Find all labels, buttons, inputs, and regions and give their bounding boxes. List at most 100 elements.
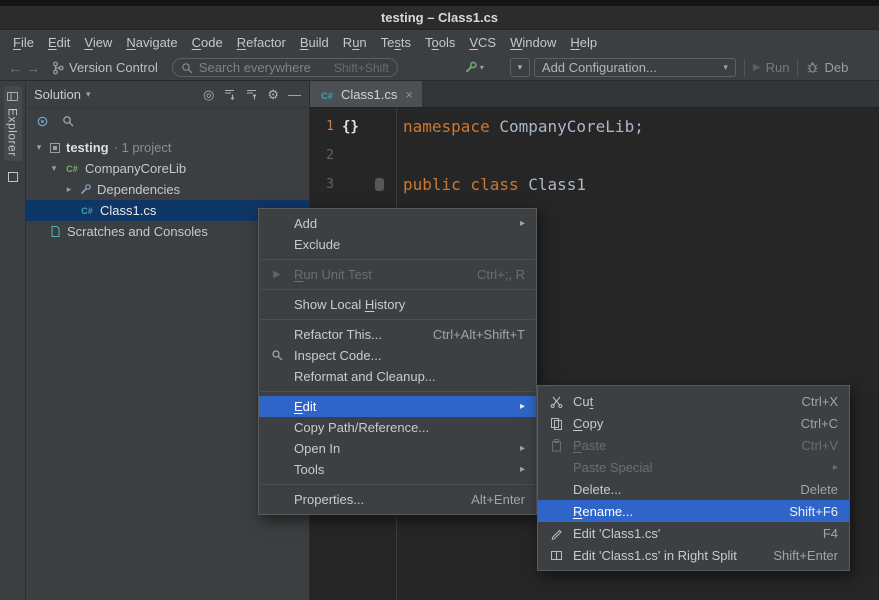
menu-separator [260, 319, 535, 320]
menu-item-copy-path-reference[interactable]: Copy Path/Reference... [259, 417, 536, 438]
menu-item-label: Exclude [294, 237, 340, 252]
menu-item-shortcut: Ctrl+Alt+Shift+T [409, 327, 525, 342]
chevron-down-icon: ▾ [86, 89, 91, 100]
submenu-arrow-icon: ▸ [496, 443, 525, 454]
tree-item-dependencies[interactable]: ▸Dependencies [26, 179, 309, 200]
menu-file[interactable]: File [6, 32, 41, 53]
tree-item-label: Class1.cs [100, 203, 156, 218]
menu-item-rename[interactable]: Rename...Shift+F6 [538, 500, 849, 522]
chevron-down-icon: ▾ [518, 62, 523, 73]
menu-item-paste: PasteCtrl+V [538, 434, 849, 456]
menu-item-label: Paste [573, 438, 606, 453]
menu-item-tools[interactable]: Tools▸ [259, 459, 536, 480]
chevron-down-icon[interactable]: ▾ [34, 142, 44, 153]
menu-code[interactable]: Code [185, 32, 230, 53]
solution-view-label: Solution [34, 87, 81, 102]
csproj-icon [64, 164, 80, 174]
search-icon[interactable] [62, 115, 75, 128]
menu-item-edit-class1-cs-in-right-split[interactable]: Edit 'Class1.cs' in Right SplitShift+Ent… [538, 544, 849, 566]
tab-class1-cs[interactable]: Class1.cs × [310, 81, 422, 107]
menu-item-delete[interactable]: Delete...Delete [538, 478, 849, 500]
submenu-arrow-icon: ▸ [496, 218, 525, 229]
menu-item-label: Copy [573, 416, 603, 431]
menu-item-edit[interactable]: Edit▸ [259, 396, 536, 417]
close-icon[interactable]: × [405, 87, 413, 102]
chevron-down-icon[interactable]: ▾ [49, 163, 59, 174]
menu-run[interactable]: Run [336, 32, 374, 53]
menu-item-label: Add [294, 216, 317, 231]
code-line[interactable]: 2 [310, 141, 879, 170]
code-line[interactable]: 1{}namespace CompanyCoreLib; [310, 112, 879, 141]
menu-item-inspect-code[interactable]: Inspect Code... [259, 345, 536, 366]
version-control-widget[interactable]: Version Control [52, 60, 158, 75]
menu-item-label: Show Local History [294, 297, 405, 312]
collapse-all-icon[interactable] [223, 88, 236, 101]
window-title: testing – Class1.cs [381, 10, 498, 25]
menu-help[interactable]: Help [563, 32, 604, 53]
menu-item-edit-class1-cs[interactable]: Edit 'Class1.cs'F4 [538, 522, 849, 544]
menu-item-refactor-this[interactable]: Refactor This... Ctrl+Alt+Shift+T [259, 324, 536, 345]
wrench-icon [79, 183, 92, 196]
search-everywhere-box[interactable]: Search everywhere Shift+Shift [172, 58, 398, 77]
menu-item-label: Refactor This... [294, 327, 382, 342]
menu-item-label: Paste Special [573, 460, 653, 475]
select-opened-file-icon[interactable]: ◎ [203, 88, 214, 101]
menu-item-copy[interactable]: CopyCtrl+C [538, 412, 849, 434]
code-line[interactable]: 3public class Class1 [310, 170, 879, 199]
version-control-label: Version Control [69, 60, 158, 75]
tab-label: Class1.cs [341, 87, 397, 102]
menu-item-shortcut: Ctrl+X [778, 394, 838, 409]
menu-tools[interactable]: Tools [418, 32, 462, 53]
menu-item-open-in[interactable]: Open In ▸ [259, 438, 536, 459]
menu-view[interactable]: View [77, 32, 119, 53]
cut-icon [550, 395, 563, 408]
run-widget-chevron-button[interactable]: ▾ [510, 58, 530, 77]
menu-item-label: Reformat and Cleanup... [294, 369, 436, 384]
tree-item-testing[interactable]: ▾testing· 1 project [26, 137, 309, 158]
solution-view-selector[interactable]: Solution ▾ [34, 87, 91, 102]
back-arrow-icon[interactable]: ← [6, 60, 24, 76]
search-icon [181, 62, 193, 74]
menu-edit[interactable]: Edit [41, 32, 77, 53]
explorer-tool-button[interactable]: Explorer [4, 86, 22, 161]
menu-item-label: Open In [294, 441, 340, 456]
menu-item-label: Delete... [573, 482, 621, 497]
menu-refactor[interactable]: Refactor [230, 32, 293, 53]
menu-build[interactable]: Build [293, 32, 336, 53]
menu-item-reformat-and-cleanup[interactable]: Reformat and Cleanup... [259, 366, 536, 387]
menu-item-properties[interactable]: Properties...Alt+Enter [259, 489, 536, 510]
menu-item-show-local-history[interactable]: Show Local History [259, 294, 536, 315]
menu-item-exclude[interactable]: Exclude [259, 234, 536, 255]
split-icon [550, 549, 563, 562]
build-tool-button[interactable]: ▾ [464, 61, 484, 74]
left-tool-strip: Explorer [0, 81, 26, 600]
token-plain: Class1 [519, 175, 586, 194]
window-titlebar[interactable]: testing – Class1.cs [0, 6, 879, 30]
settings-gear-icon[interactable]: ⚙ [267, 88, 279, 101]
menu-tests[interactable]: Tests [374, 32, 418, 53]
menu-navigate[interactable]: Navigate [119, 32, 184, 53]
chevron-right-icon[interactable]: ▸ [64, 184, 74, 195]
forward-arrow-icon[interactable]: → [24, 60, 42, 76]
menu-item-label: Inspect Code... [294, 348, 381, 363]
run-button: ▶ Run [753, 60, 790, 75]
hide-panel-icon[interactable]: — [288, 88, 301, 101]
menu-item-icon-slot [545, 417, 567, 430]
menu-item-add[interactable]: Add ▸ [259, 213, 536, 234]
run-configuration-select[interactable]: Add Configuration... ▾ [534, 58, 736, 77]
tree-item-companycorelib[interactable]: ▾CompanyCoreLib [26, 158, 309, 179]
copy-icon [550, 417, 563, 430]
token-keyword: public class [403, 175, 519, 194]
scroll-from-source-icon[interactable] [36, 115, 49, 128]
menu-window[interactable]: Window [503, 32, 563, 53]
tool-window-icon[interactable] [7, 171, 19, 186]
menu-item-icon-slot [545, 549, 567, 562]
menu-item-label: Rename... [573, 504, 633, 519]
fold-marker-icon[interactable] [375, 178, 384, 191]
menu-vcs[interactable]: VCS [462, 32, 503, 53]
debug-button[interactable]: Deb [806, 60, 848, 75]
menu-item-cut[interactable]: CutCtrl+X [538, 390, 849, 412]
bug-icon [806, 61, 819, 74]
expand-all-icon[interactable] [245, 88, 258, 101]
explorer-icon [6, 90, 19, 103]
